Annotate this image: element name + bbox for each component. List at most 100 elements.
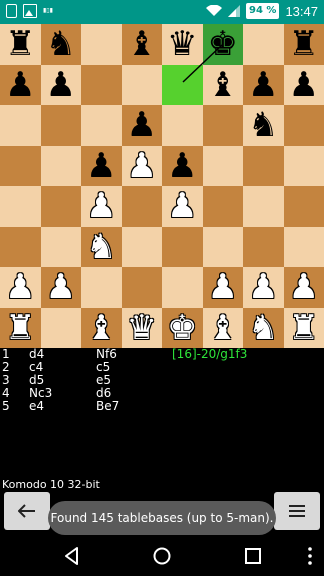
black-bishop-icon[interactable]: ♝ bbox=[208, 68, 238, 102]
square-d6[interactable]: ♟ bbox=[121, 105, 162, 146]
square-c1[interactable]: ♝ bbox=[81, 307, 122, 348]
square-d4[interactable] bbox=[121, 186, 162, 227]
square-c6[interactable] bbox=[81, 105, 122, 146]
black-pawn-icon[interactable]: ♟ bbox=[248, 68, 278, 102]
square-g4[interactable] bbox=[243, 186, 284, 227]
square-a3[interactable] bbox=[0, 226, 41, 267]
square-b3[interactable] bbox=[40, 226, 81, 267]
black-pawn-icon[interactable]: ♟ bbox=[86, 149, 116, 183]
square-a7[interactable]: ♟ bbox=[0, 64, 41, 105]
square-h5[interactable] bbox=[283, 145, 324, 186]
white-queen-icon[interactable]: ♛ bbox=[127, 311, 157, 345]
square-h8[interactable]: ♜ bbox=[283, 24, 324, 65]
square-e4[interactable]: ♟ bbox=[162, 186, 203, 227]
white-knight-icon[interactable]: ♞ bbox=[248, 311, 278, 345]
square-c7[interactable] bbox=[81, 64, 122, 105]
white-bishop-icon[interactable]: ♝ bbox=[86, 311, 116, 345]
chess-board[interactable]: ♜ ♞ ♝ ♛ ♚ ♜ ♟ ♟ ♝ ♟ ♟ ♟ ♞ ♟ ♟ ♟ ♟ ♟ ♞ ♟ ♟ ♟ ♟ ♟ ♜ ♝ ♛ ♚ ♝ ♞ ♜ bbox=[0, 24, 324, 348]
square-h1[interactable]: ♜ bbox=[283, 307, 324, 348]
square-g1[interactable]: ♞ bbox=[243, 307, 284, 348]
square-b5[interactable] bbox=[40, 145, 81, 186]
square-g3[interactable] bbox=[243, 226, 284, 267]
white-rook-icon[interactable]: ♜ bbox=[5, 311, 35, 345]
square-f1[interactable]: ♝ bbox=[202, 307, 243, 348]
black-rook-icon[interactable]: ♜ bbox=[289, 27, 319, 61]
square-e7[interactable] bbox=[162, 64, 203, 105]
square-c2[interactable] bbox=[81, 267, 122, 308]
white-pawn-icon[interactable]: ♟ bbox=[167, 189, 197, 223]
nav-back-icon[interactable] bbox=[62, 546, 82, 566]
black-king-icon[interactable]: ♚ bbox=[208, 27, 238, 61]
black-knight-icon[interactable]: ♞ bbox=[248, 108, 278, 142]
square-d5[interactable]: ♟ bbox=[121, 145, 162, 186]
square-g6[interactable]: ♞ bbox=[243, 105, 284, 146]
back-button[interactable] bbox=[4, 492, 50, 530]
square-g8[interactable] bbox=[243, 24, 284, 65]
white-pawn-icon[interactable]: ♟ bbox=[208, 270, 238, 304]
square-c8[interactable] bbox=[81, 24, 122, 65]
black-bishop-icon[interactable]: ♝ bbox=[127, 27, 157, 61]
square-f5[interactable] bbox=[202, 145, 243, 186]
white-knight-icon[interactable]: ♞ bbox=[86, 230, 116, 264]
square-d1[interactable]: ♛ bbox=[121, 307, 162, 348]
black-knight-icon[interactable]: ♞ bbox=[46, 27, 76, 61]
move-row[interactable]: 5 e4 Be7 bbox=[0, 400, 324, 413]
square-e8[interactable]: ♛ bbox=[162, 24, 203, 65]
square-a2[interactable]: ♟ bbox=[0, 267, 41, 308]
white-pawn-icon[interactable]: ♟ bbox=[289, 270, 319, 304]
square-b2[interactable]: ♟ bbox=[40, 267, 81, 308]
white-pawn-icon[interactable]: ♟ bbox=[127, 149, 157, 183]
white-pawn-icon[interactable]: ♟ bbox=[248, 270, 278, 304]
move-row[interactable]: 2 c4 c5 bbox=[0, 361, 324, 374]
square-f6[interactable] bbox=[202, 105, 243, 146]
square-a8[interactable]: ♜ bbox=[0, 24, 41, 65]
black-pawn-icon[interactable]: ♟ bbox=[46, 68, 76, 102]
square-h4[interactable] bbox=[283, 186, 324, 227]
black-move[interactable]: Be7 bbox=[96, 400, 119, 413]
white-king-icon[interactable]: ♚ bbox=[167, 311, 197, 345]
square-b6[interactable] bbox=[40, 105, 81, 146]
move-row[interactable]: 4 Nc3 d6 bbox=[0, 387, 324, 400]
square-a4[interactable] bbox=[0, 186, 41, 227]
square-b1[interactable] bbox=[40, 307, 81, 348]
square-f8[interactable]: ♚ bbox=[202, 24, 243, 65]
black-pawn-icon[interactable]: ♟ bbox=[167, 149, 197, 183]
square-f2[interactable]: ♟ bbox=[202, 267, 243, 308]
square-h7[interactable]: ♟ bbox=[283, 64, 324, 105]
nav-recents-icon[interactable] bbox=[243, 546, 263, 566]
square-b8[interactable]: ♞ bbox=[40, 24, 81, 65]
more-options-icon[interactable] bbox=[300, 546, 320, 566]
square-e3[interactable] bbox=[162, 226, 203, 267]
square-h6[interactable] bbox=[283, 105, 324, 146]
menu-button[interactable] bbox=[274, 492, 320, 530]
square-e2[interactable] bbox=[162, 267, 203, 308]
square-f3[interactable] bbox=[202, 226, 243, 267]
square-e1[interactable]: ♚ bbox=[162, 307, 203, 348]
square-a5[interactable] bbox=[0, 145, 41, 186]
square-d2[interactable] bbox=[121, 267, 162, 308]
move-list[interactable]: 1 d4 Nf6 2 c4 c5 3 d5 e5 4 Nc3 d6 5 e4 B… bbox=[0, 348, 324, 478]
square-a1[interactable]: ♜ bbox=[0, 307, 41, 348]
white-pawn-icon[interactable]: ♟ bbox=[46, 270, 76, 304]
square-e5[interactable]: ♟ bbox=[162, 145, 203, 186]
square-a6[interactable] bbox=[0, 105, 41, 146]
square-g7[interactable]: ♟ bbox=[243, 64, 284, 105]
square-d3[interactable] bbox=[121, 226, 162, 267]
square-d8[interactable]: ♝ bbox=[121, 24, 162, 65]
square-c4[interactable]: ♟ bbox=[81, 186, 122, 227]
black-queen-icon[interactable]: ♛ bbox=[167, 27, 197, 61]
square-f7[interactable]: ♝ bbox=[202, 64, 243, 105]
nav-home-icon[interactable] bbox=[152, 546, 172, 566]
white-rook-icon[interactable]: ♜ bbox=[289, 311, 319, 345]
square-h2[interactable]: ♟ bbox=[283, 267, 324, 308]
square-f4[interactable] bbox=[202, 186, 243, 227]
black-rook-icon[interactable]: ♜ bbox=[5, 27, 35, 61]
move-row[interactable]: 1 d4 Nf6 bbox=[0, 348, 324, 361]
square-c5[interactable]: ♟ bbox=[81, 145, 122, 186]
square-g5[interactable] bbox=[243, 145, 284, 186]
square-b7[interactable]: ♟ bbox=[40, 64, 81, 105]
square-c3[interactable]: ♞ bbox=[81, 226, 122, 267]
white-move[interactable]: e4 bbox=[29, 400, 44, 413]
square-d7[interactable] bbox=[121, 64, 162, 105]
white-pawn-icon[interactable]: ♟ bbox=[86, 189, 116, 223]
